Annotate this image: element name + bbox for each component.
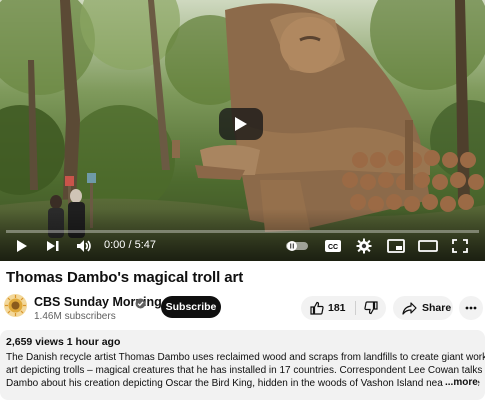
views-and-time: 2,659 views 1 hour ago	[6, 336, 121, 348]
video-player[interactable]: 0:00 / 5:47 CC	[0, 0, 485, 261]
play-icon	[235, 117, 247, 131]
like-dislike-group: 181	[301, 296, 386, 320]
volume-icon	[77, 240, 91, 252]
next-button[interactable]	[43, 234, 63, 258]
miniplayer-button[interactable]	[385, 234, 407, 258]
theater-mode-button[interactable]	[416, 234, 440, 258]
subscribe-button[interactable]: Subscribe	[161, 296, 221, 318]
miniplayer-icon	[387, 239, 405, 253]
captions-button[interactable]: CC	[323, 234, 343, 258]
thumbs-up-icon	[310, 301, 324, 315]
play-icon	[17, 240, 27, 252]
fullscreen-button[interactable]	[449, 234, 471, 258]
progress-bar[interactable]	[6, 230, 479, 233]
avatar-image	[4, 294, 27, 317]
share-button[interactable]: Share	[393, 296, 453, 320]
play-button[interactable]	[12, 234, 32, 258]
settings-icon	[356, 238, 372, 254]
player-controls: 0:00 / 5:47 CC	[0, 234, 485, 258]
show-more-link[interactable]: ...more	[443, 377, 478, 389]
thumbs-down-icon	[364, 301, 378, 315]
share-icon	[402, 301, 417, 315]
more-icon	[465, 306, 477, 310]
subscriber-count: 1.46M subscribers	[34, 311, 116, 322]
like-button[interactable]: 181	[301, 296, 355, 320]
autoplay-toggle-icon	[286, 241, 308, 251]
volume-button[interactable]	[74, 234, 94, 258]
autoplay-toggle[interactable]	[284, 234, 310, 258]
svg-text:CC: CC	[328, 244, 338, 251]
like-count: 181	[328, 302, 346, 314]
description-line: The Danish recycle artist Thomas Dambo u…	[6, 352, 485, 363]
description-line: art depicting trolls – magical creatures…	[6, 365, 485, 376]
next-icon	[47, 241, 59, 251]
video-title: Thomas Dambo's magical troll art	[6, 269, 244, 286]
settings-button[interactable]	[354, 234, 374, 258]
description-box[interactable]: 2,659 views 1 hour ago The Danish recycl…	[0, 330, 485, 400]
share-label: Share	[422, 302, 452, 314]
fullscreen-icon	[452, 239, 468, 253]
description-line: Dambo about his creation depicting Oscar…	[6, 378, 480, 389]
channel-avatar[interactable]	[4, 294, 27, 317]
center-play-button[interactable]	[219, 108, 263, 140]
dislike-button[interactable]	[356, 296, 386, 320]
verified-icon	[135, 296, 146, 314]
time-display: 0:00 / 5:47	[104, 239, 156, 251]
theater-icon	[418, 240, 438, 252]
more-actions-button[interactable]	[459, 296, 483, 320]
captions-icon: CC	[325, 240, 341, 252]
